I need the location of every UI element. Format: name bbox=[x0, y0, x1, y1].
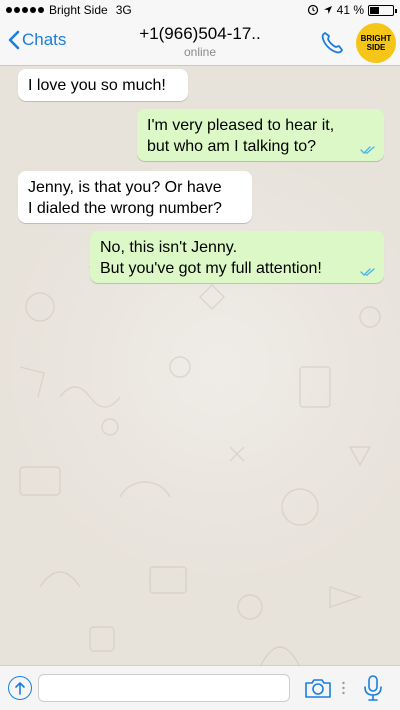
message-input[interactable] bbox=[38, 674, 290, 702]
chat-area[interactable]: I love you so much! I'm very pleased to h… bbox=[0, 67, 400, 665]
message-text-line: Jenny, is that you? Or have bbox=[28, 179, 222, 196]
message-text-line: I dialed the wrong number? bbox=[28, 200, 222, 217]
attach-button[interactable] bbox=[8, 676, 32, 700]
nav-bar: Chats +1(966)504-17.. online BRIGHT SIDE bbox=[0, 20, 400, 66]
separator-dots-icon bbox=[342, 681, 345, 695]
status-right: 41 % bbox=[307, 3, 397, 17]
incoming-message-bubble[interactable]: I love you so much! bbox=[18, 69, 188, 101]
message-text-line: but who am I talking to? bbox=[147, 138, 316, 155]
message-text-line: I'm very pleased to hear it, bbox=[147, 117, 335, 134]
signal-strength-icon bbox=[6, 7, 44, 13]
carrier-name: Bright Side bbox=[49, 3, 108, 17]
alarm-icon bbox=[307, 4, 318, 16]
incoming-message-bubble[interactable]: Jenny, is that you? Or have I dialed the … bbox=[18, 171, 252, 223]
microphone-icon[interactable] bbox=[362, 674, 384, 702]
logo-line-1: BRIGHT bbox=[360, 34, 392, 43]
status-bar: Bright Side 3G 41 % bbox=[0, 0, 400, 20]
location-arrow-icon bbox=[323, 6, 332, 14]
outgoing-message-bubble[interactable]: I'm very pleased to hear it, but who am I… bbox=[137, 109, 384, 161]
logo-line-2: SIDE bbox=[366, 43, 386, 52]
phone-call-icon[interactable] bbox=[318, 29, 346, 57]
camera-icon[interactable] bbox=[304, 676, 332, 700]
read-receipt-double-check-icon bbox=[360, 146, 375, 154]
message-text-line: I love you so much! bbox=[28, 77, 166, 94]
outgoing-message-bubble[interactable]: No, this isn't Jenny. But you've got my f… bbox=[90, 231, 384, 283]
battery-icon bbox=[368, 4, 397, 16]
battery-percent: 41 % bbox=[336, 3, 364, 17]
brand-logo: BRIGHT SIDE bbox=[356, 23, 396, 63]
read-receipt-double-check-icon bbox=[360, 268, 375, 276]
input-bar bbox=[0, 665, 400, 710]
message-text-line: No, this isn't Jenny. bbox=[100, 239, 238, 256]
network-type: 3G bbox=[115, 3, 132, 17]
battery-fill bbox=[370, 6, 380, 14]
message-text-line: But you've got my full attention! bbox=[100, 260, 322, 277]
upload-arrow-icon bbox=[15, 682, 25, 695]
